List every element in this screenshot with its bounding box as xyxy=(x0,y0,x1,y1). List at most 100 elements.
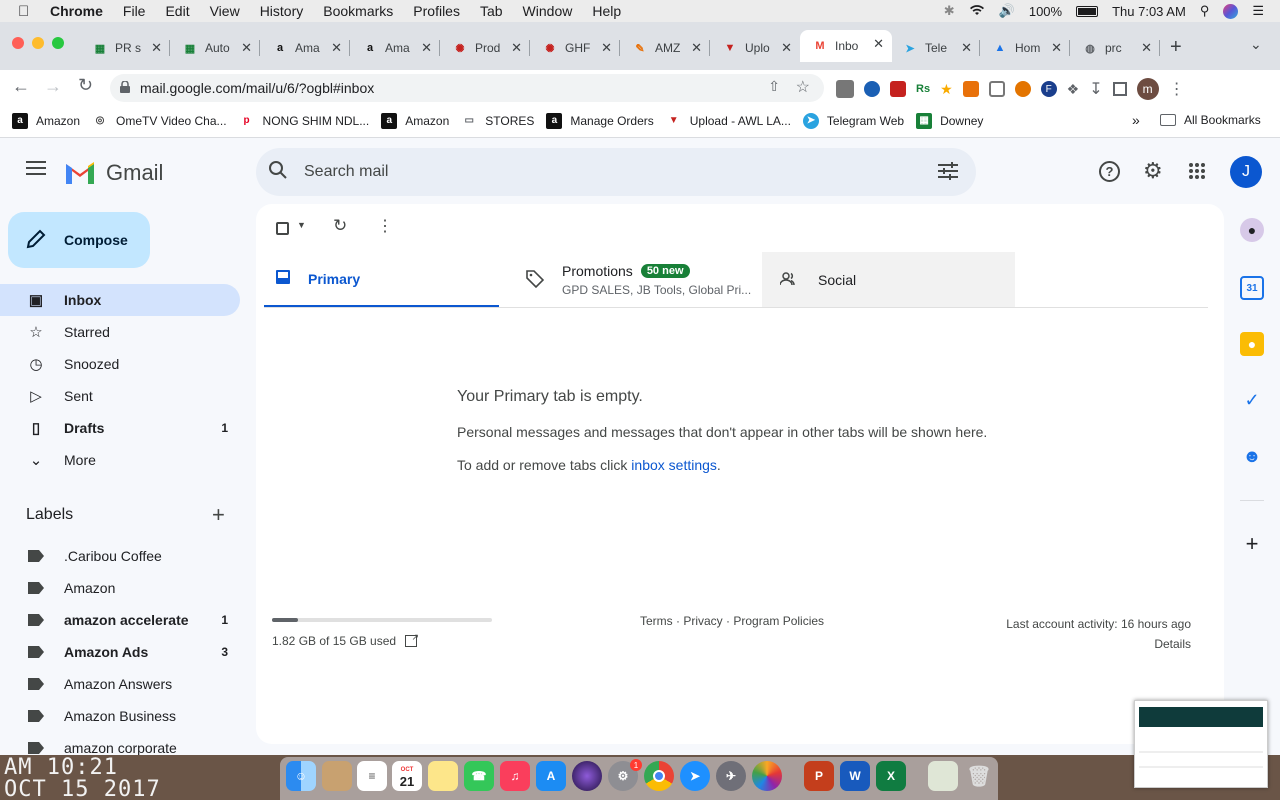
close-tab-icon[interactable]: ✕ xyxy=(691,40,702,56)
screenshot-thumbnail[interactable] xyxy=(1134,700,1268,788)
extension-red-icon[interactable] xyxy=(890,81,906,97)
browser-tab[interactable]: ✎ AMZ ✕ xyxy=(620,34,710,62)
spotlight-search-icon[interactable]: ⚲ xyxy=(1200,3,1210,19)
back-icon[interactable]: ← xyxy=(12,76,30,97)
close-tab-icon[interactable]: ✕ xyxy=(421,40,432,56)
extension-off-icon[interactable] xyxy=(836,80,854,98)
bookmark-item[interactable]: ➤ Telegram Web xyxy=(802,112,904,129)
help-icon[interactable]: ? xyxy=(1099,161,1120,182)
search-icon[interactable] xyxy=(268,160,288,185)
word-icon[interactable]: W xyxy=(840,761,870,791)
facetime-icon[interactable]: ☎ xyxy=(464,761,494,791)
bookmark-star-icon[interactable]: ☆ xyxy=(796,77,810,97)
share-icon[interactable]: ⇧ xyxy=(768,78,780,95)
menu-view[interactable]: View xyxy=(210,3,240,19)
bookmark-item[interactable]: ◎ OmeTV Video Cha... xyxy=(92,113,227,129)
close-tab-icon[interactable]: ✕ xyxy=(1051,40,1062,56)
lock-icon[interactable] xyxy=(120,79,130,96)
menu-file[interactable]: File xyxy=(123,3,146,19)
battery-icon[interactable] xyxy=(1076,5,1099,17)
minimize-window-button[interactable] xyxy=(32,37,44,49)
music-icon[interactable]: ♫ xyxy=(500,761,530,791)
nav-item-snoozed[interactable]: ◷ Snoozed xyxy=(0,348,240,380)
gemini-avatar-icon[interactable]: ● xyxy=(1240,218,1264,242)
tab-search-icon[interactable]: ⌄ xyxy=(1250,36,1262,53)
apple-icon[interactable]:  xyxy=(18,3,36,20)
wifi-icon[interactable] xyxy=(969,4,985,19)
label-item[interactable]: amazon accelerate 1 xyxy=(0,604,240,636)
volume-icon[interactable]: 🔊 xyxy=(999,3,1015,19)
menu-history[interactable]: History xyxy=(260,3,304,19)
browser-tab[interactable]: a Ama ✕ xyxy=(260,34,350,62)
contacts-icon[interactable]: ☻ xyxy=(1240,444,1264,468)
close-tab-icon[interactable]: ✕ xyxy=(151,40,162,56)
photos-icon[interactable] xyxy=(752,761,782,791)
compose-button[interactable]: Compose xyxy=(8,212,150,268)
browser-tab[interactable]: M Inbo ✕ xyxy=(800,30,892,62)
calendar-icon[interactable]: 31 xyxy=(1240,276,1264,300)
close-tab-icon[interactable]: ✕ xyxy=(873,36,884,52)
program-policies-link[interactable]: Program Policies xyxy=(733,614,824,628)
chrome-dock-icon[interactable] xyxy=(644,761,674,791)
keep-icon[interactable]: ● xyxy=(1240,332,1264,356)
more-actions-icon[interactable]: ⋮ xyxy=(377,216,393,236)
browser-tab[interactable]: ▼ Uplo ✕ xyxy=(710,34,800,62)
tab-social[interactable]: Social xyxy=(762,252,1015,308)
nav-item-more[interactable]: ⌄ More xyxy=(0,444,240,476)
reload-icon[interactable]: ↻ xyxy=(78,75,93,96)
nav-item-starred[interactable]: ☆ Starred xyxy=(0,316,240,348)
main-menu-icon[interactable] xyxy=(26,160,46,181)
safari-icon[interactable]: ➤ xyxy=(680,761,710,791)
refresh-icon[interactable]: ↻ xyxy=(333,216,347,236)
notes-icon[interactable] xyxy=(428,761,458,791)
forward-icon[interactable]: → xyxy=(44,76,62,97)
chrome-menu-icon[interactable]: ⋮ xyxy=(1169,79,1185,99)
bookmarks-overflow-icon[interactable]: » xyxy=(1132,112,1140,128)
reminders-icon[interactable]: ≡ xyxy=(357,761,387,791)
browser-tab[interactable]: ▲ Hom ✕ xyxy=(980,34,1070,62)
calendar-app-icon[interactable]: OCT 21 xyxy=(392,761,422,791)
close-tab-icon[interactable]: ✕ xyxy=(601,40,612,56)
close-tab-icon[interactable]: ✕ xyxy=(331,40,342,56)
siri-dock-icon[interactable] xyxy=(572,761,602,791)
close-tab-icon[interactable]: ✕ xyxy=(511,40,522,56)
search-options-icon[interactable] xyxy=(938,162,958,185)
menu-profiles[interactable]: Profiles xyxy=(413,3,460,19)
browser-tab[interactable]: ✺ Prod ✕ xyxy=(440,34,530,62)
search-bar[interactable]: Search mail xyxy=(256,148,976,196)
extension-star-icon[interactable]: ★ xyxy=(940,81,953,98)
preview-icon[interactable] xyxy=(928,761,958,791)
nav-item-sent[interactable]: ▷ Sent xyxy=(0,380,240,412)
privacy-link[interactable]: Privacy xyxy=(683,614,722,628)
menu-bookmarks[interactable]: Bookmarks xyxy=(323,3,393,19)
contacts-app-icon[interactable] xyxy=(322,761,352,791)
account-avatar[interactable]: J xyxy=(1230,156,1262,188)
extensions-puzzle-icon[interactable]: ❖ xyxy=(1067,81,1080,98)
close-tab-icon[interactable]: ✕ xyxy=(241,40,252,56)
menu-window[interactable]: Window xyxy=(523,3,573,19)
bookmark-item[interactable]: a Manage Orders xyxy=(546,112,654,129)
bookmark-item[interactable]: a Amazon xyxy=(381,112,449,129)
bookmark-item[interactable]: ▦ Downey xyxy=(916,112,983,129)
menu-app-name[interactable]: Chrome xyxy=(50,3,103,19)
tab-promotions[interactable]: Promotions 50 new GPD SALES, JB Tools, G… xyxy=(518,252,762,308)
extension-orange-icon[interactable] xyxy=(962,81,979,97)
add-addon-icon[interactable]: + xyxy=(1240,531,1264,556)
select-all-checkbox[interactable] xyxy=(276,222,289,235)
close-tab-icon[interactable]: ✕ xyxy=(961,40,972,56)
label-item[interactable]: amazon corporate xyxy=(0,732,240,755)
menu-help[interactable]: Help xyxy=(592,3,621,19)
details-link[interactable]: Details xyxy=(1006,634,1191,654)
close-window-button[interactable] xyxy=(12,37,24,49)
gmail-logo-text[interactable]: Gmail xyxy=(106,160,163,186)
nav-item-drafts[interactable]: ▯ Drafts 1 xyxy=(0,412,240,444)
label-item[interactable]: Amazon xyxy=(0,572,240,604)
all-bookmarks[interactable]: All Bookmarks xyxy=(1160,113,1261,127)
browser-tab[interactable]: ✺ GHF ✕ xyxy=(530,34,620,62)
app-store-icon[interactable]: A xyxy=(536,761,566,791)
bookmark-item[interactable]: p NONG SHIM NDL... xyxy=(239,113,369,129)
menu-clock[interactable]: Thu 7:03 AM xyxy=(1112,4,1186,19)
launchpad-icon[interactable]: ✈ xyxy=(716,761,746,791)
trash-icon[interactable]: 🗑 xyxy=(964,761,994,791)
browser-tab[interactable]: ➤ Tele ✕ xyxy=(890,34,980,62)
